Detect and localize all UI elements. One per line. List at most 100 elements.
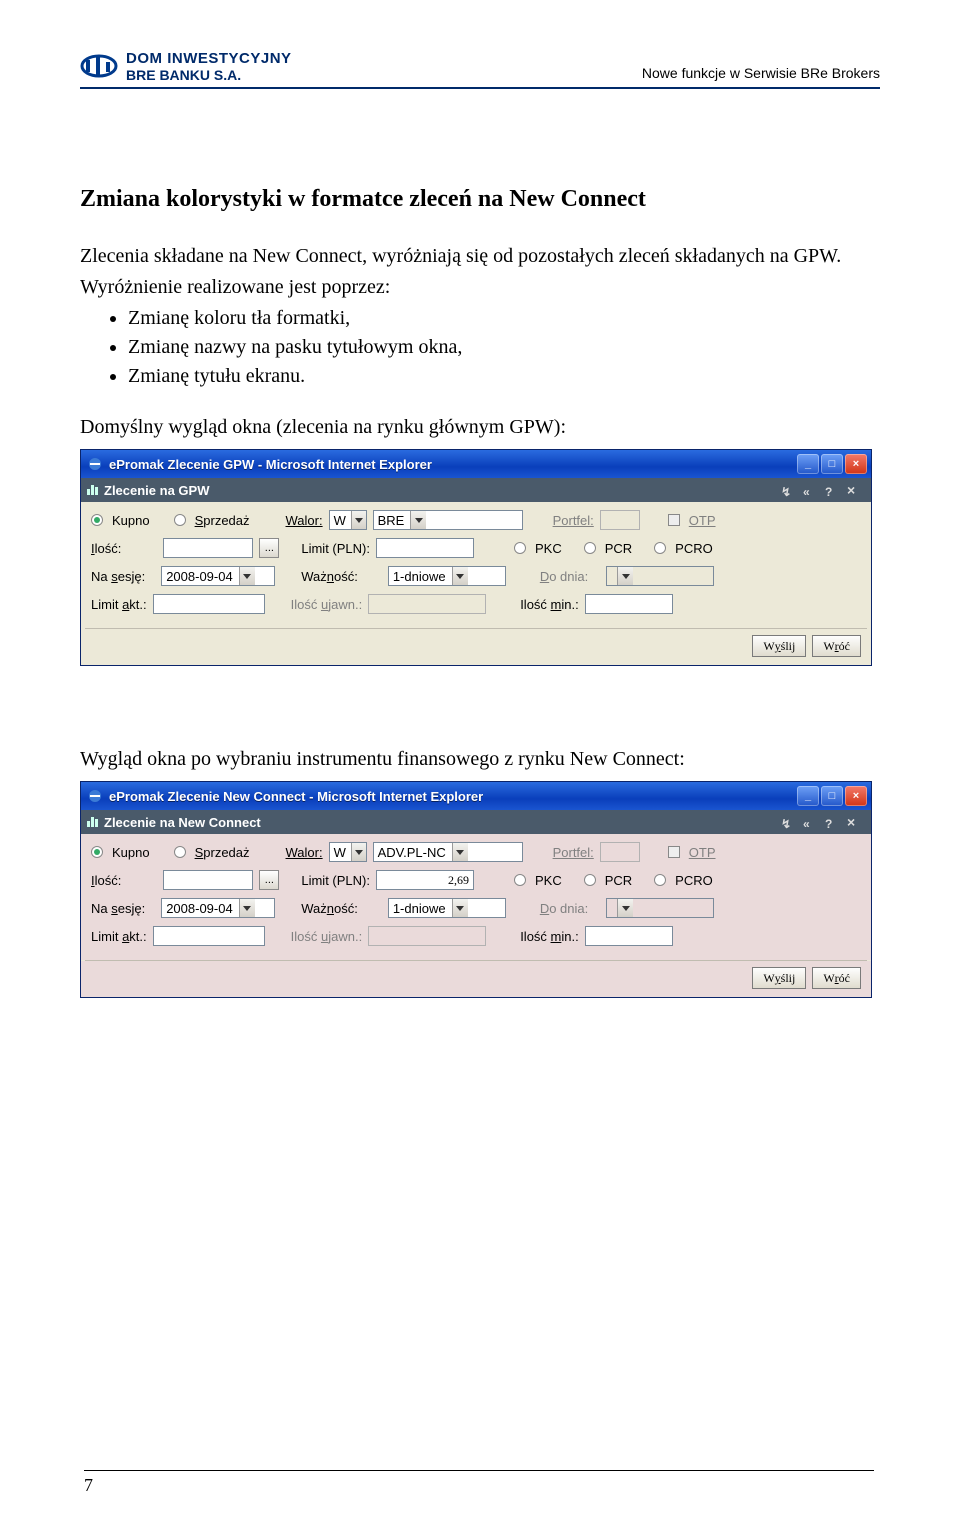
radio-pcro[interactable]	[654, 874, 666, 886]
label-otp: OTP	[689, 512, 716, 530]
label-pcr: PCR	[605, 872, 632, 890]
logo-line2: BRE BANKU S.A.	[126, 67, 292, 83]
label-sesja: Na sesję:	[91, 568, 145, 586]
limit-input[interactable]: 2,69	[376, 870, 474, 890]
label-portfel: Portfel:	[553, 512, 594, 530]
radio-pcro[interactable]	[654, 542, 666, 554]
limit-akt-input[interactable]	[153, 926, 265, 946]
label-waznosc: Ważność:	[301, 900, 358, 918]
label-limit: Limit (PLN):	[301, 872, 370, 890]
walor-mode-dropdown[interactable]: W	[329, 510, 367, 530]
window-title: ePromak Zlecenie GPW - Microsoft Interne…	[109, 456, 797, 474]
label-ilosc: Ilość:	[91, 872, 121, 890]
collapse-icon[interactable]	[803, 483, 817, 497]
page-number-block: 7	[84, 1466, 874, 1496]
label-kupno: Kupno	[112, 844, 150, 862]
radio-kupno[interactable]	[91, 514, 103, 526]
form-area: Kupno Sprzedaż Walor: W BRE Portfel: OTP	[81, 502, 871, 628]
wyslij-button[interactable]: Wyślij	[752, 635, 806, 657]
ilosc-input[interactable]	[163, 538, 253, 558]
list-item: Zmianę koloru tła formatki,	[128, 305, 880, 332]
do-dnia-dropdown[interactable]	[606, 898, 714, 918]
radio-kupno[interactable]	[91, 846, 103, 858]
radio-pkc[interactable]	[514, 874, 526, 886]
wroc-button[interactable]: Wróć	[812, 635, 861, 657]
label-walor: Walor:	[286, 512, 323, 530]
form-area: Kupno Sprzedaż Walor: W ADV.PL-NC Portfe…	[81, 834, 871, 960]
otp-checkbox[interactable]	[668, 514, 680, 526]
walor-dropdown[interactable]: ADV.PL-NC	[373, 842, 523, 862]
otp-checkbox[interactable]	[668, 846, 680, 858]
ilosc-ujawn-input	[368, 926, 486, 946]
minimize-button[interactable]: _	[797, 454, 819, 474]
label-ilosc: Ilość:	[91, 540, 121, 558]
walor-mode-dropdown[interactable]: W	[329, 842, 367, 862]
page-number: 7	[84, 1475, 93, 1495]
sub-titlebar: Zlecenie na GPW	[81, 478, 871, 502]
radio-sprzedaz[interactable]	[174, 514, 186, 526]
sub-titlebar: Zlecenie na New Connect	[81, 810, 871, 834]
maximize-button[interactable]: □	[821, 786, 843, 806]
titlebar[interactable]: ePromak Zlecenie GPW - Microsoft Interne…	[81, 450, 871, 478]
sub-title: Zlecenie na GPW	[104, 482, 781, 500]
wroc-button[interactable]: Wróć	[812, 967, 861, 989]
window-gpw: ePromak Zlecenie GPW - Microsoft Interne…	[80, 449, 872, 666]
ilosc-more-button[interactable]: ...	[259, 538, 279, 558]
label-otp: OTP	[689, 844, 716, 862]
maximize-button[interactable]: □	[821, 454, 843, 474]
ilosc-min-input[interactable]	[585, 594, 673, 614]
portfel-input	[600, 842, 640, 862]
bre-logo-icon	[80, 50, 118, 82]
portfel-input	[600, 510, 640, 530]
caption: Wygląd okna po wybraniu instrumentu fina…	[80, 746, 880, 773]
help-icon[interactable]	[825, 815, 839, 829]
help-icon[interactable]	[825, 483, 839, 497]
list-item: Zmianę nazwy na pasku tytułowym okna,	[128, 334, 880, 361]
titlebar[interactable]: ePromak Zlecenie New Connect - Microsoft…	[81, 782, 871, 810]
label-ilosc-ujawn: Ilość ujawn.:	[291, 596, 363, 614]
ilosc-min-input[interactable]	[585, 926, 673, 946]
sub-title: Zlecenie na New Connect	[104, 814, 781, 832]
close-button[interactable]: ×	[845, 454, 867, 474]
sesja-dropdown[interactable]: 2008-09-04	[161, 898, 275, 918]
limit-akt-input[interactable]	[153, 594, 265, 614]
label-kupno: Kupno	[112, 512, 150, 530]
walor-dropdown[interactable]: BRE	[373, 510, 523, 530]
minimize-button[interactable]: _	[797, 786, 819, 806]
label-pkc: PKC	[535, 872, 562, 890]
chart-icon	[87, 485, 98, 495]
window-newconnect: ePromak Zlecenie New Connect - Microsoft…	[80, 781, 872, 998]
label-limit: Limit (PLN):	[301, 540, 370, 558]
do-dnia-dropdown[interactable]	[606, 566, 714, 586]
window-title: ePromak Zlecenie New Connect - Microsoft…	[109, 788, 797, 806]
radio-pcr[interactable]	[584, 542, 596, 554]
ilosc-input[interactable]	[163, 870, 253, 890]
collapse-icon[interactable]	[803, 815, 817, 829]
chart-icon	[87, 817, 98, 827]
radio-sprzedaz[interactable]	[174, 846, 186, 858]
ilosc-more-button[interactable]: ...	[259, 870, 279, 890]
label-pcro: PCRO	[675, 872, 713, 890]
header-subtitle: Nowe funkcje w Serwisie BRe Brokers	[642, 65, 880, 83]
bullet-list: Zmianę koloru tła formatki, Zmianę nazwy…	[80, 305, 880, 390]
close-icon[interactable]	[847, 815, 861, 829]
waznosc-dropdown[interactable]: 1-dniowe	[388, 898, 506, 918]
pin-icon[interactable]	[781, 815, 795, 829]
close-button[interactable]: ×	[845, 786, 867, 806]
logo: DOM INWESTYCYJNY BRE BANKU S.A.	[80, 50, 292, 83]
label-sprzedaz: Sprzedaż	[195, 844, 250, 862]
radio-pkc[interactable]	[514, 542, 526, 554]
close-icon[interactable]	[847, 483, 861, 497]
waznosc-dropdown[interactable]: 1-dniowe	[388, 566, 506, 586]
ie-icon	[87, 788, 103, 804]
label-pcro: PCRO	[675, 540, 713, 558]
label-sesja: Na sesję:	[91, 900, 145, 918]
limit-input[interactable]	[376, 538, 474, 558]
pin-icon[interactable]	[781, 483, 795, 497]
radio-pcr[interactable]	[584, 874, 596, 886]
label-do-dnia: Do dnia:	[540, 568, 588, 586]
ie-icon	[87, 456, 103, 472]
sesja-dropdown[interactable]: 2008-09-04	[161, 566, 275, 586]
label-ilosc-ujawn: Ilość ujawn.:	[291, 928, 363, 946]
wyslij-button[interactable]: Wyślij	[752, 967, 806, 989]
